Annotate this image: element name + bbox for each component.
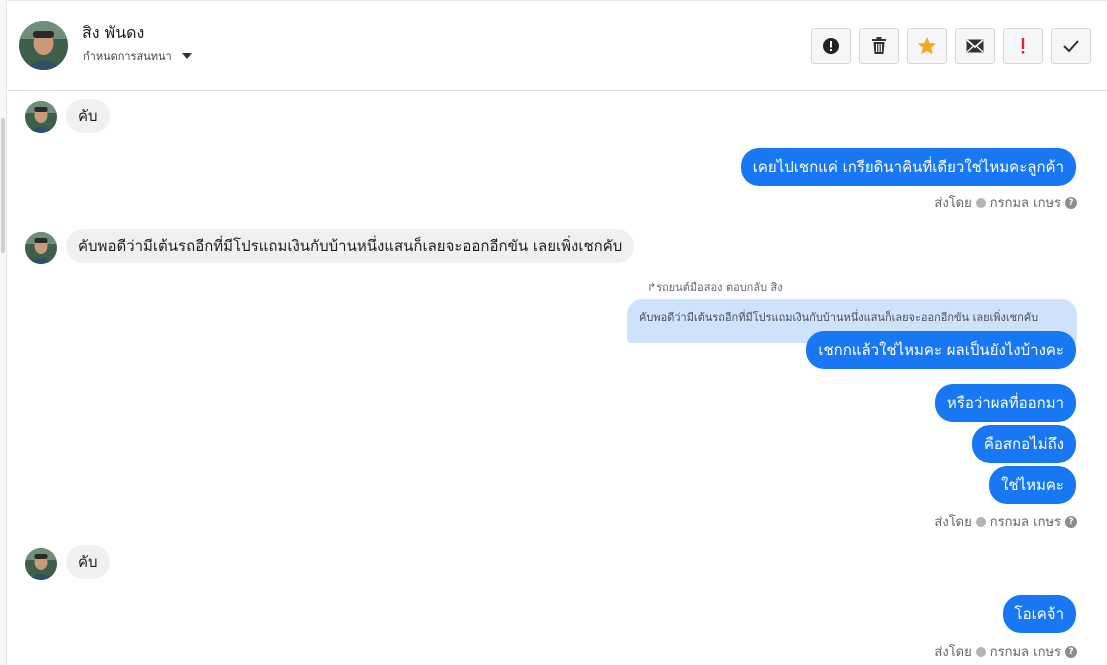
sender-name: กรกมล เกษร [989,645,1061,660]
help-icon[interactable]: ? [1065,515,1077,528]
help-icon[interactable]: ? [1065,645,1077,658]
exclamation-icon [1021,38,1025,54]
incoming-message: คับ [66,99,110,133]
reply-arrow-icon: ↱ [647,281,657,294]
reply-context-text: รถยนต์มือสอง ตอบกลับ สิง [656,281,783,294]
incoming-message: คับพอดีว่ามีเต้นรถอีกที่มีโปรแถมเงินกับบ… [66,229,635,263]
outgoing-message: โอเคจ้า [1002,595,1076,633]
contact-avatar[interactable] [19,21,68,70]
agent-status-icon [975,646,986,657]
reply-context: ↱รถยนต์มือสอง ตอบกลับ สิง [647,278,783,296]
contact-avatar-small[interactable] [25,232,57,264]
sender-name: กรกมล เกษร [989,515,1061,530]
mark-done-button[interactable] [1051,28,1091,64]
outgoing-message: คือสกอไม่ถึง [971,425,1076,463]
help-icon[interactable]: ? [1065,196,1077,209]
sender-name: กรกมล เกษร [989,196,1061,211]
assign-label: กำหนดการสนทนา [83,50,172,63]
conversation-header: สิง พันดง กำหนดการสนทนา [7,1,1107,91]
conversation-panel: สิง พันดง กำหนดการสนทนา คับ เคยไปเชกแค่ … [6,0,1107,665]
outgoing-message: หรือว่าผลที่ออกมา [934,384,1076,422]
agent-status-icon [975,516,986,527]
star-icon [918,37,936,55]
scrollbar-thumb[interactable] [1,118,5,253]
check-icon [1063,40,1079,53]
sent-by-label: ส่งโดย [934,515,972,530]
alert-circle-icon [823,38,839,54]
contact-avatar-small[interactable] [25,548,57,580]
contact-avatar-small[interactable] [25,101,57,133]
outgoing-message: เคยไปเชกแค่ เกรียดินาคินที่เดียวใช่ไหมคะ… [740,148,1076,186]
sent-by-info: ส่งโดย กรกมล เกษร ? [934,511,1077,532]
envelope-icon [966,39,984,53]
mark-unread-button[interactable] [955,28,995,64]
outgoing-message: เชกกแล้วใช่ไหมคะ ผลเป็นยังไงบ้างคะ [806,331,1076,369]
agent-status-icon [975,197,986,208]
incoming-message: คับ [66,545,110,579]
report-spam-button[interactable] [811,28,851,64]
sent-by-label: ส่งโดย [934,196,972,211]
sent-by-info: ส่งโดย กรกมล เกษร ? [934,641,1077,662]
trash-icon [872,37,886,54]
delete-button[interactable] [859,28,899,64]
sent-by-label: ส่งโดย [934,645,972,660]
sent-by-info: ส่งโดย กรกมล เกษร ? [934,192,1077,213]
caret-down-icon [181,53,192,59]
header-actions [811,28,1091,64]
outgoing-message: ใช่ไหมคะ [989,466,1076,504]
follow-up-button[interactable] [1003,28,1043,64]
contact-name: สิง พันดง [82,23,145,42]
assign-conversation-dropdown[interactable]: กำหนดการสนทนา [83,47,192,65]
star-button[interactable] [907,28,947,64]
